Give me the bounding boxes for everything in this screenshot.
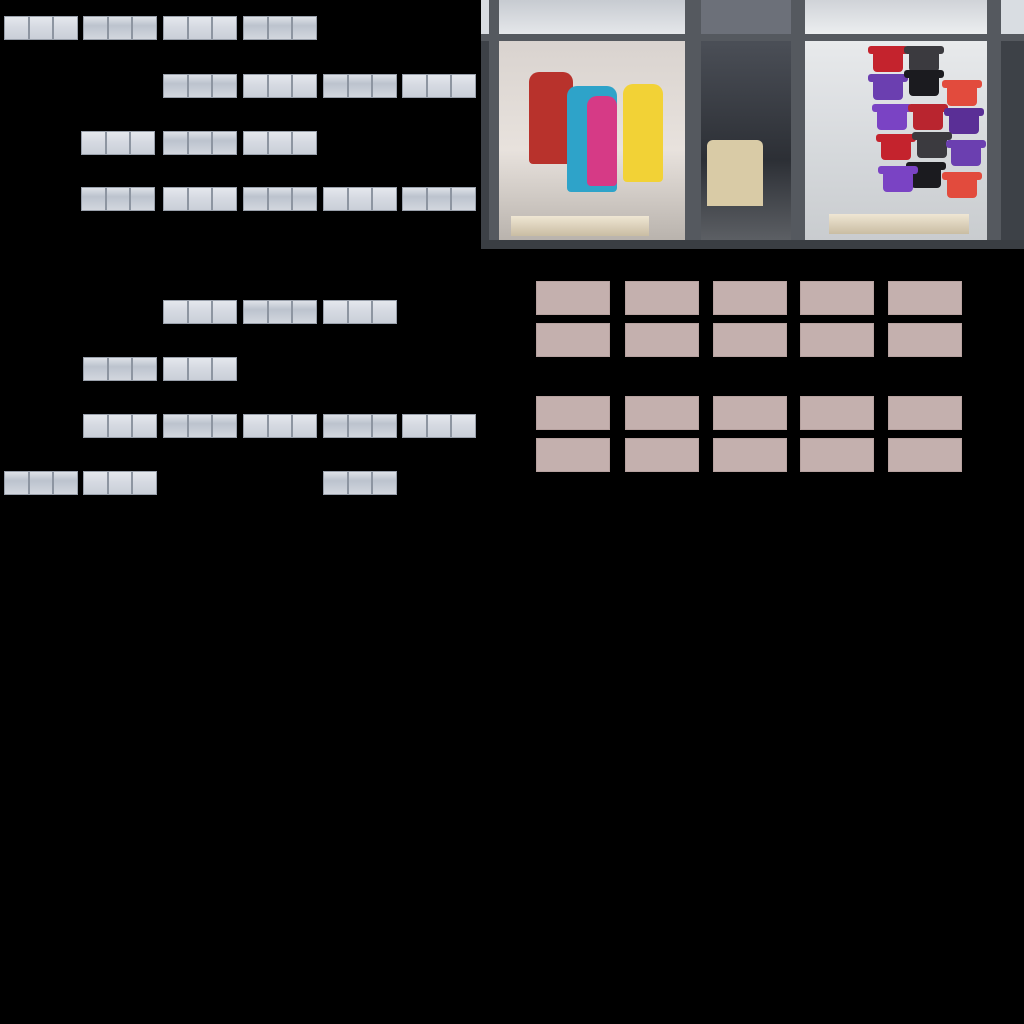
- transom-glass-left: [499, 0, 685, 34]
- window-pane-tile: [402, 74, 476, 98]
- pink-tile: [800, 323, 874, 357]
- pink-tile: [625, 281, 699, 315]
- pink-tile: [625, 323, 699, 357]
- frame-transom-bar: [481, 34, 1024, 41]
- window-pane-tile: [163, 16, 237, 40]
- t-shirt: [912, 132, 952, 158]
- window-pane-tile: [163, 300, 237, 324]
- pink-tile: [888, 323, 962, 357]
- t-shirt: [904, 70, 944, 96]
- window-pane-tile: [163, 357, 237, 381]
- window-pane-tile: [243, 300, 317, 324]
- window-pane-tile: [243, 414, 317, 438]
- pink-tile: [536, 281, 610, 315]
- window-pane-tile: [81, 187, 155, 211]
- pink-tile: [888, 396, 962, 430]
- window-pane-tile: [323, 471, 397, 495]
- pink-tile: [536, 396, 610, 430]
- pink-tile: [625, 396, 699, 430]
- storefront-photo: [481, 0, 1024, 249]
- t-shirt: [904, 46, 944, 72]
- window-pane-tile: [83, 357, 157, 381]
- window-pane-tile: [83, 471, 157, 495]
- pink-tile: [888, 281, 962, 315]
- pink-tile: [713, 438, 787, 472]
- window-pane-tile: [402, 187, 476, 211]
- window-pane-tile: [163, 74, 237, 98]
- pink-tile: [713, 396, 787, 430]
- window-pane-tile: [4, 16, 78, 40]
- window-pane-tile: [81, 131, 155, 155]
- pink-tile: [713, 323, 787, 357]
- pink-tile: [536, 323, 610, 357]
- window-pane-tile: [243, 131, 317, 155]
- pink-tile: [800, 438, 874, 472]
- t-shirt: [868, 46, 908, 72]
- mannequin-garment: [587, 96, 617, 186]
- mannequin-garment: [623, 84, 663, 182]
- t-shirt: [946, 140, 986, 166]
- window-pane-tile: [323, 187, 397, 211]
- t-shirt: [908, 104, 948, 130]
- t-shirt: [942, 80, 982, 106]
- window-pane-tile: [243, 74, 317, 98]
- pink-tile: [625, 438, 699, 472]
- t-shirt: [872, 104, 912, 130]
- transom-glass-right: [805, 0, 989, 34]
- window-pane-tile: [243, 187, 317, 211]
- window-pane-tile: [4, 471, 78, 495]
- window-pane-tile: [323, 414, 397, 438]
- window-pane-tile: [163, 414, 237, 438]
- storefront-sill: [481, 240, 1024, 249]
- window-pane-tile: [163, 131, 237, 155]
- pink-tile: [800, 281, 874, 315]
- storefront-transom: [481, 0, 1024, 36]
- shop-counter: [707, 140, 763, 206]
- window-pane-tile: [323, 74, 397, 98]
- pink-tile: [800, 396, 874, 430]
- window-pane-tile: [83, 16, 157, 40]
- window-pane-tile: [83, 414, 157, 438]
- window-pane-tile: [402, 414, 476, 438]
- pink-tile: [713, 281, 787, 315]
- t-shirt: [944, 108, 984, 134]
- t-shirt: [878, 166, 918, 192]
- t-shirt: [942, 172, 982, 198]
- transom-glass-mid: [701, 0, 791, 34]
- t-shirt: [876, 134, 916, 160]
- window-pane-tile: [243, 16, 317, 40]
- display-plinth-right: [829, 214, 969, 234]
- window-pane-tile: [163, 187, 237, 211]
- window-pane-tile: [323, 300, 397, 324]
- display-plinth-left: [511, 216, 649, 236]
- pink-tile: [536, 438, 610, 472]
- pink-tile: [888, 438, 962, 472]
- t-shirt: [868, 74, 908, 100]
